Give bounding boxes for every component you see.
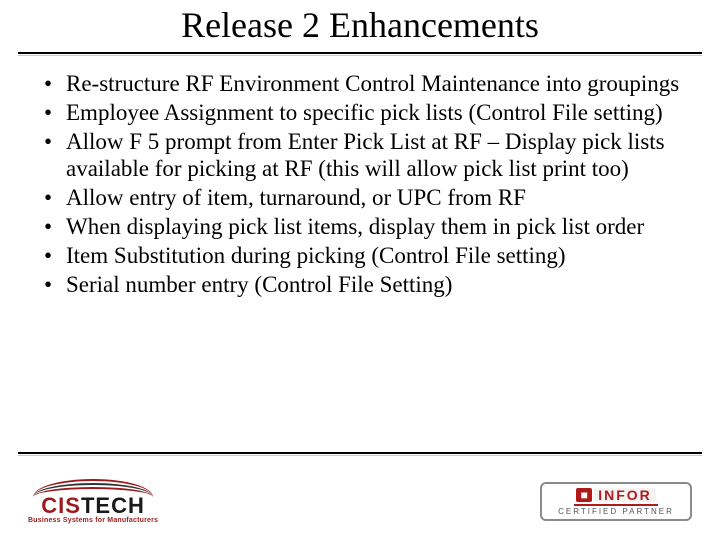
footer: CISTECH Business Systems for Manufacture… — [0, 472, 720, 530]
slide: Release 2 Enhancements Re-structure RF E… — [0, 0, 720, 540]
slide-title: Release 2 Enhancements — [0, 6, 720, 46]
list-item: Re-structure RF Environment Control Main… — [62, 70, 680, 97]
list-item: Serial number entry (Control File Settin… — [62, 271, 680, 298]
infor-brand-row: ■ INFOR — [574, 488, 658, 506]
list-item: Employee Assignment to specific pick lis… — [62, 99, 680, 126]
list-item: Allow F 5 prompt from Enter Pick List at… — [62, 128, 680, 182]
infor-brand-text: INFOR — [594, 488, 656, 502]
list-item: Allow entry of item, turnaround, or UPC … — [62, 184, 680, 211]
infor-partner-logo: ■ INFOR CERTIFIED PARTNER — [540, 482, 692, 521]
cistech-logo: CISTECH Business Systems for Manufacture… — [28, 479, 158, 524]
cistech-arc-icon — [33, 479, 153, 497]
cistech-tagline: Business Systems for Manufacturers — [28, 517, 158, 524]
title-area: Release 2 Enhancements — [0, 0, 720, 46]
infor-mark-icon: ■ — [576, 488, 592, 502]
bullet-list: Re-structure RF Environment Control Main… — [40, 70, 680, 299]
list-item: Item Substitution during picking (Contro… — [62, 242, 680, 269]
footer-divider-shadow — [18, 455, 702, 456]
title-divider — [18, 52, 702, 54]
list-item: When displaying pick list items, display… — [62, 213, 680, 240]
footer-divider — [18, 452, 702, 454]
infor-subtitle: CERTIFIED PARTNER — [558, 508, 674, 516]
content-area: Re-structure RF Environment Control Main… — [0, 56, 720, 299]
